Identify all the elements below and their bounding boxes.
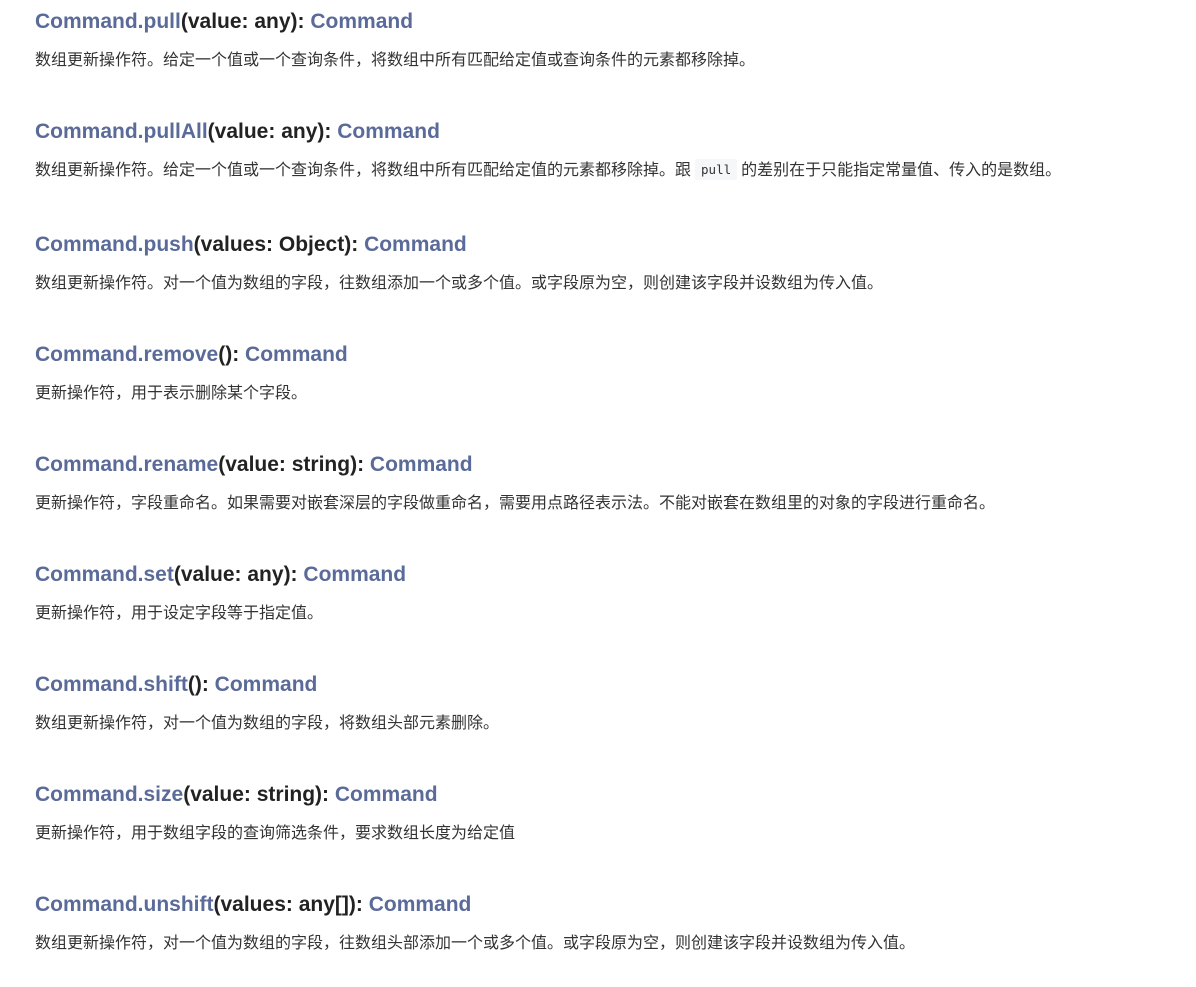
method-description: 更新操作符，字段重命名。如果需要对嵌套深层的字段做重命名，需要用点路径表示法。不… [35,493,996,512]
method-params: (values: any[]): [213,893,363,916]
return-type: Command [245,343,348,366]
method-description: 更新操作符，用于数组字段的查询筛选条件，要求数组长度为给定值 [35,823,516,842]
method-signature-push[interactable]: Command.push(values: Object): Command [35,232,1185,258]
return-type: Command [337,120,440,143]
description-text: 数组更新操作符。给定一个值或一个查询条件，将数组中所有匹配给定值的元素都移除掉。… [35,160,692,179]
return-type: Command [303,563,407,586]
method-signature-pullall[interactable]: Command.pullAll(value: any): Command [35,119,1185,145]
method-signature-shift[interactable]: Command.shift(): Command [35,672,1185,698]
method-signature-unshift[interactable]: Command.unshift(values: any[]): Command [35,892,1185,918]
method-description: 数组更新操作符。给定一个值或一个查询条件，将数组中所有匹配给定值的元素都移除掉。… [35,159,1185,181]
method-description: 数组更新操作符。给定一个值或一个查询条件，将数组中所有匹配给定值或查询条件的元素… [35,50,756,69]
api-entry-unshift: Command.unshift(values: any[]): Command … [35,892,1185,954]
return-type: Command [214,673,318,696]
method-params: (value: any): [207,120,332,143]
method-signature-rename[interactable]: Command.rename(value: string): Command [35,452,1185,478]
method-signature-remove[interactable]: Command.remove(): Command [35,342,1185,368]
method-signature-pull[interactable]: Command.pull(value: any): Command [35,9,1185,35]
description-text: 的差别在于只能指定常量值、传入的是数组。 [741,160,1062,179]
method-params: (values: Object): [193,233,359,256]
method-signature-size[interactable]: Command.size(value: string): Command [35,782,1185,808]
api-entry-push: Command.push(values: Object): Command 数组… [35,232,1185,294]
api-entry-pull: Command.pull(value: any): Command 数组更新操作… [35,9,1185,71]
return-type: Command [369,453,473,476]
method-description: 更新操作符，用于设定字段等于指定值。 [35,603,324,622]
api-entry-set: Command.set(value: any): Command 更新操作符，用… [35,562,1185,624]
method-params: (value: string): [183,783,330,806]
inline-code: pull [695,159,738,180]
method-name: Command.set [35,563,174,586]
method-name: Command.push [35,233,194,256]
method-name: Command.unshift [35,893,214,916]
method-description: 更新操作符，用于表示删除某个字段。 [35,383,308,402]
method-params: (value: any): [180,10,305,33]
api-entry-rename: Command.rename(value: string): Command 更… [35,452,1185,514]
method-name: Command.pullAll [35,120,208,143]
return-type: Command [368,893,472,916]
method-params: (value: any): [173,563,298,586]
method-name: Command.rename [35,453,219,476]
api-entry-remove: Command.remove(): Command 更新操作符，用于表示删除某个… [35,342,1185,404]
return-type: Command [310,10,414,33]
method-name: Command.remove [35,343,219,366]
method-description: 数组更新操作符，对一个值为数组的字段，将数组头部元素删除。 [35,713,500,732]
method-signature-set[interactable]: Command.set(value: any): Command [35,562,1185,588]
method-params: (): [187,673,209,696]
method-name: Command.size [35,783,184,806]
method-params: (): [218,343,240,366]
api-entry-pullall: Command.pullAll(value: any): Command 数组更… [35,119,1185,181]
return-type: Command [364,233,467,256]
method-description: 数组更新操作符，对一个值为数组的字段，往数组头部添加一个或多个值。或字段原为空，… [35,933,916,952]
method-description: 数组更新操作符。对一个值为数组的字段，往数组添加一个或多个值。或字段原为空，则创… [35,273,884,292]
method-name: Command.shift [35,673,188,696]
api-entry-shift: Command.shift(): Command 数组更新操作符，对一个值为数组… [35,672,1185,734]
method-name: Command.pull [35,10,181,33]
api-entry-size: Command.size(value: string): Command 更新操… [35,782,1185,844]
method-params: (value: string): [218,453,365,476]
return-type: Command [334,783,438,806]
